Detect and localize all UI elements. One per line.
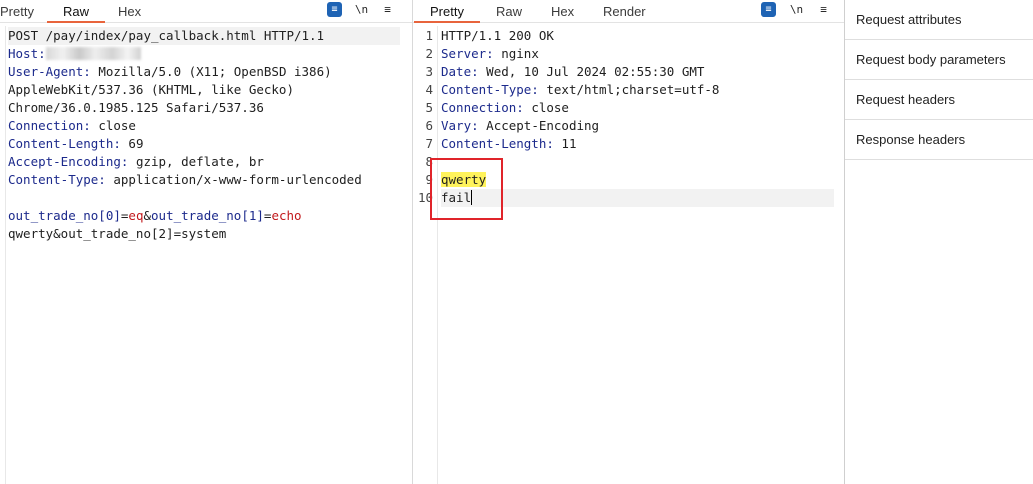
accept-encoding-header-value: gzip, deflate, br [128,154,264,169]
inspector-request-headers[interactable]: Request headers [845,80,1033,120]
line-number: 3 [425,64,433,79]
inspector-response-headers[interactable]: Response headers [845,120,1033,160]
content-length-header-value: 11 [553,136,577,151]
text-caret [471,190,473,205]
response-tabbar: Pretty Raw Hex Render ≡ \n ≡ [413,0,844,23]
date-header-name: Date: [441,64,479,79]
request-lines: POST /pay/index/pay_callback.html HTTP/1… [8,27,400,243]
response-line-8: 8 [425,153,834,171]
request-tab-pretty[interactable]: Pretty [0,0,34,21]
request-editor[interactable]: POST /pay/index/pay_callback.html HTTP/1… [0,26,412,484]
body-param-value-2: echo [271,208,302,223]
content-length-header-name: Content-Length: [441,136,554,151]
response-line-7: 7 Content-Length: 11 [425,135,834,153]
line-number: 7 [425,136,433,151]
content-type-header-value: application/x-www-form-urlencoded [105,172,362,187]
request-header-user-agent: User-Agent: Mozilla/5.0 (X11; OpenBSD i3… [8,63,400,81]
request-wrap-icon[interactable]: ≡ [327,2,342,17]
user-agent-cont-1: AppleWebKit/537.36 (KHTML, like Gecko) [8,82,294,97]
date-header-value: Wed, 10 Jul 2024 02:55:30 GMT [478,64,705,79]
line-number: 1 [425,28,433,43]
host-header-name: Host: [8,46,46,61]
response-line-4: 4 Content-Type: text/html;charset=utf-8 [425,81,834,99]
response-tab-hex[interactable]: Hex [551,0,574,21]
content-length-header-value: 69 [120,136,144,151]
connection-header-name: Connection: [441,100,524,115]
request-body-line-1: out_trade_no[0]=eq&out_trade_no[1]=echo [8,207,400,225]
response-tab-pretty[interactable]: Pretty [414,0,480,23]
body-text-fail: fail [441,190,472,205]
inspector-request-attributes[interactable]: Request attributes [845,0,1033,40]
request-header-user-agent-cont-1: AppleWebKit/537.36 (KHTML, like Gecko) [8,81,400,99]
server-header-name: Server: [441,46,494,61]
request-line: POST /pay/index/pay_callback.html HTTP/1… [8,27,400,45]
line-number: 10 [417,190,433,205]
request-panel: Pretty Raw Hex ≡ \n ≡ POST /pay/index/pa… [0,0,413,484]
line-number: 6 [425,118,433,133]
inspector-request-body-parameters[interactable]: Request body parameters [845,40,1033,80]
connection-header-value: close [523,100,569,115]
request-newline-icon[interactable]: \n [354,2,369,17]
line-number: 9 [425,172,433,187]
redacted-host-value [45,47,141,60]
response-lines: 1 HTTP/1.1 200 OK 2 Server: nginx 3 Date: W… [418,27,834,207]
response-menu-icon[interactable]: ≡ [816,2,831,17]
inspector-panel: Request attributes Request body paramete… [845,0,1033,484]
status-line: HTTP/1.1 200 OK [441,28,554,43]
response-line-5: 5 Connection: close [425,99,834,117]
response-newline-icon[interactable]: \n [789,2,804,17]
response-line-3: 3 Date: Wed, 10 Jul 2024 02:55:30 GMT [425,63,834,81]
user-agent-header-name: User-Agent: [8,64,91,79]
request-header-content-type: Content-Type: application/x-www-form-url… [8,171,400,189]
response-tab-raw[interactable]: Raw [496,0,522,21]
request-tab-raw[interactable]: Raw [46,0,106,23]
response-line-1: 1 HTTP/1.1 200 OK [425,27,834,45]
response-panel: Pretty Raw Hex Render ≡ \n ≡ 1 HTTP/1.1 2… [413,0,845,484]
body-param-key-1: out_trade_no[0] [8,208,121,223]
content-type-header-name: Content-Type: [8,172,106,187]
body-ampersand-1: & [143,208,152,223]
request-line-text: POST /pay/index/pay_callback.html HTTP/1… [8,28,325,43]
server-header-value: nginx [493,46,539,61]
request-header-user-agent-cont-2: Chrome/36.0.1985.125 Safari/537.36 [8,99,400,117]
request-tab-hex[interactable]: Hex [118,0,141,21]
vary-header-name: Vary: [441,118,479,133]
request-body-line-2: qwerty&out_trade_no[2]=system [8,225,400,243]
request-header-connection: Connection: close [8,117,400,135]
line-number: 8 [425,154,433,169]
highlighted-body-text: qwerty [441,172,487,187]
response-line-6: 6 Vary: Accept-Encoding [425,117,834,135]
user-agent-cont-2: Chrome/36.0.1985.125 Safari/537.36 [8,100,264,115]
accept-encoding-header-name: Accept-Encoding: [8,154,129,169]
line-number: 5 [425,100,433,115]
content-length-header-name: Content-Length: [8,136,121,151]
connection-header-name: Connection: [8,118,91,133]
request-header-accept-encoding: Accept-Encoding: gzip, deflate, br [8,153,400,171]
line-number: 2 [425,46,433,61]
line-number: 4 [425,82,433,97]
user-agent-header-value: Mozilla/5.0 (X11; OpenBSD i386) [90,64,332,79]
response-tab-render[interactable]: Render [603,0,646,21]
connection-header-value: close [90,118,136,133]
content-type-header-value: text/html;charset=utf-8 [538,82,720,97]
request-blank-line [8,189,400,207]
body-line-2-text: qwerty&out_trade_no[2]=system [8,226,227,241]
body-param-value-1: eq [128,208,144,223]
request-tabbar: Pretty Raw Hex ≡ \n ≡ [0,0,412,23]
response-line-9: 9 qwerty [425,171,834,189]
response-line-2: 2 Server: nginx [425,45,834,63]
request-header-host: Host: [8,45,400,63]
vary-header-value: Accept-Encoding [478,118,600,133]
response-line-10: 10 fail [418,189,834,207]
body-param-key-2: out_trade_no[1] [151,208,264,223]
request-header-content-length: Content-Length: 69 [8,135,400,153]
content-type-header-name: Content-Type: [441,82,539,97]
response-wrap-icon[interactable]: ≡ [761,2,776,17]
response-editor[interactable]: 1 HTTP/1.1 200 OK 2 Server: nginx 3 Date: W… [413,26,844,484]
request-menu-icon[interactable]: ≡ [380,2,395,17]
request-gutter [0,26,6,484]
